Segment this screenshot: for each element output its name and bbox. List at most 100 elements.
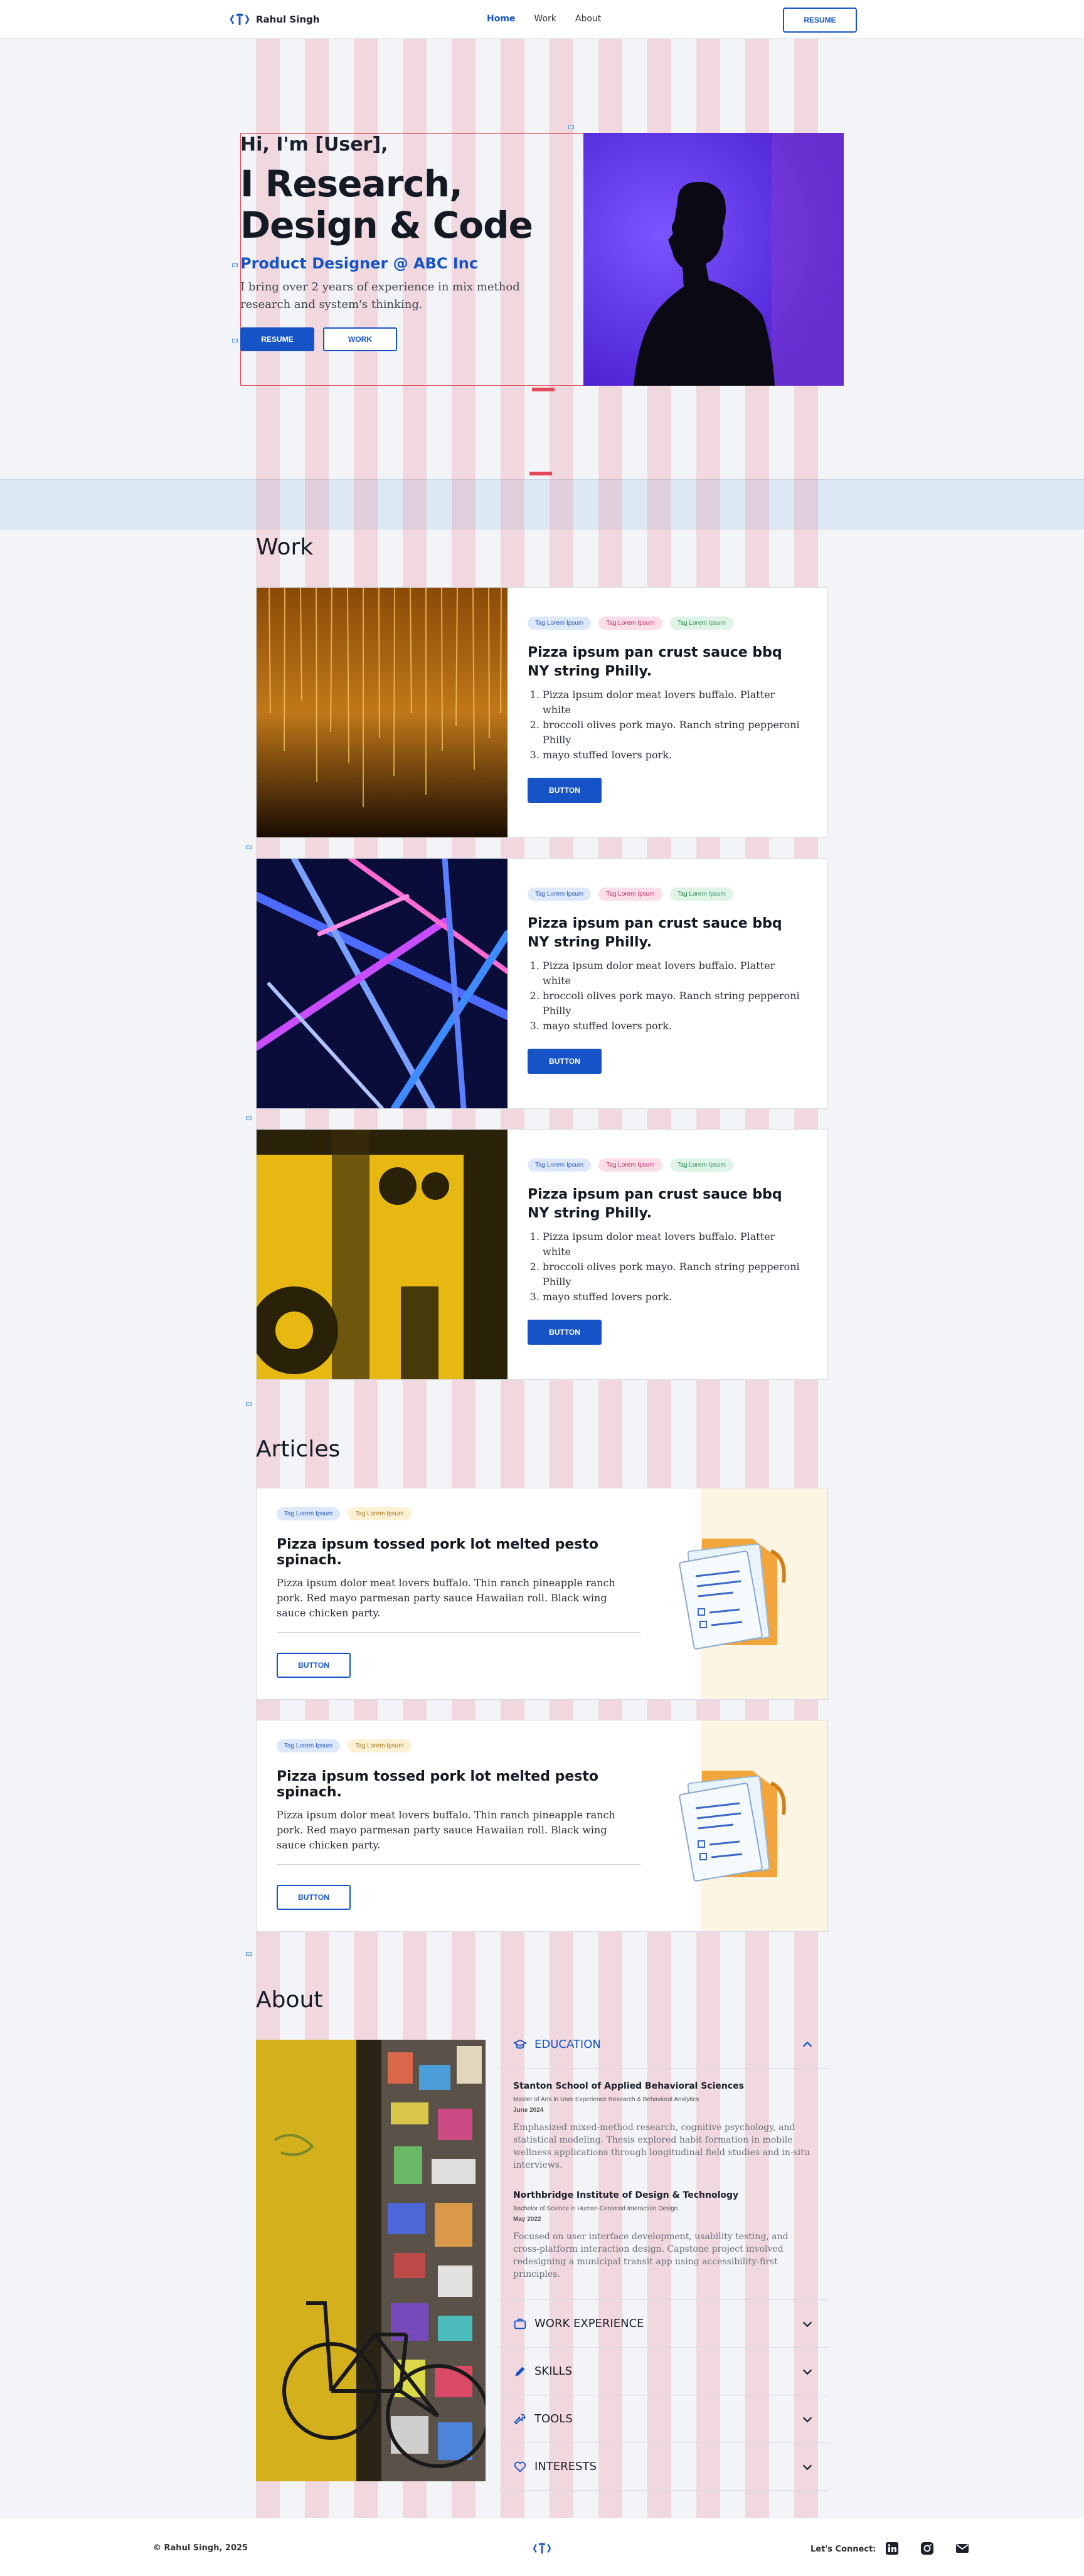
divider [277, 1632, 640, 1633]
main-nav: Home Work About [487, 14, 601, 24]
hero-role: Product Designer @ ABC Inc [240, 255, 479, 272]
chevron-down-icon [802, 2464, 812, 2470]
work-section-title: Work [256, 534, 314, 560]
tag: Tag Lorem Ipsum [669, 888, 733, 901]
article-card-description: Pizza ipsum dolor meat lovers buffalo. T… [277, 1577, 615, 1619]
divider [277, 1864, 640, 1865]
article-card-body: Tag Lorem Ipsum Tag Lorem Ipsum Pizza ip… [277, 1739, 640, 1865]
brand[interactable]: Rahul Singh [230, 11, 319, 28]
accordion-education-content: Stanton School of Applied Behavioral Sci… [499, 2069, 828, 2300]
chevron-down-icon [802, 2368, 812, 2375]
yellow-wall-image [257, 1130, 507, 1379]
pencil-icon [515, 2367, 525, 2376]
accordion-label: EDUCATION [534, 2038, 601, 2051]
tag: Tag Lorem Ipsum [277, 1507, 341, 1520]
article-card-title: Pizza ipsum tossed pork lot melted pesto… [277, 1769, 599, 1800]
accordion-education-header[interactable]: EDUCATION [499, 2021, 828, 2069]
work-card-button[interactable]: BUTTON [528, 1320, 602, 1345]
about-accordion: EDUCATION Stanton School of Applied Beha… [499, 2021, 828, 2491]
accordion-label: INTERESTS [534, 2460, 597, 2473]
accordion-label: TOOLS [534, 2412, 573, 2425]
education-date: May 2022 [513, 2216, 541, 2223]
article-card-button[interactable]: BUTTON [277, 1885, 351, 1910]
work-card: Tag Lorem Ipsum Tag Lorem Ipsum Tag Lore… [256, 1129, 828, 1380]
hero-title: I Research, Design & Code [240, 162, 533, 246]
work-card-list: Pizza ipsum dolor meat lovers buffalo. P… [528, 1229, 804, 1305]
work-card-body: Tag Lorem Ipsum Tag Lorem Ipsum Tag Lore… [507, 588, 827, 837]
work-card-image [257, 859, 507, 1108]
resume-button-header[interactable]: RESUME [783, 8, 857, 33]
layout-marker [246, 1116, 252, 1120]
work-card-title: Pizza ipsum pan crust sauce bbq NY strin… [528, 645, 782, 679]
page: Rahul Singh Home Work About RESUME Hi, I… [0, 0, 1084, 2576]
article-card-title: Pizza ipsum tossed pork lot melted pesto… [277, 1537, 599, 1568]
work-card-button[interactable]: BUTTON [528, 1049, 602, 1074]
tag-list: Tag Lorem Ipsum Tag Lorem Ipsum Tag Lore… [528, 888, 827, 901]
tag: Tag Lorem Ipsum [348, 1507, 412, 1520]
linkedin-icon[interactable] [885, 2541, 900, 2556]
chevron-down-icon [802, 2321, 812, 2327]
tag: Tag Lorem Ipsum [528, 617, 592, 630]
education-description: Emphasized mixed-method research, cognit… [513, 2123, 810, 2170]
hero-resume-button[interactable]: RESUME [240, 327, 314, 351]
list-item: broccoli olives pork mayo. Ranch string … [543, 718, 804, 748]
work-card-image [257, 588, 507, 837]
highlight-band [0, 479, 1084, 529]
accordion-label: SKILLS [534, 2365, 573, 2378]
work-card-button[interactable]: BUTTON [528, 778, 602, 803]
tag-list: Tag Lorem Ipsum Tag Lorem Ipsum [277, 1507, 640, 1520]
work-card-body: Tag Lorem Ipsum Tag Lorem Ipsum Tag Lore… [507, 859, 827, 1108]
work-card-image [257, 1130, 507, 1379]
work-card: Tag Lorem Ipsum Tag Lorem Ipsum Tag Lore… [256, 858, 828, 1109]
hero-greeting: Hi, I'm [User], [240, 134, 388, 156]
tag: Tag Lorem Ipsum [598, 617, 662, 630]
nav-about[interactable]: About [575, 14, 601, 24]
list-item: Pizza ipsum dolor meat lovers buffalo. P… [543, 687, 804, 718]
list-item: Pizza ipsum dolor meat lovers buffalo. P… [543, 1229, 804, 1259]
briefcase-icon [514, 2318, 526, 2329]
about-photo-bicycle [256, 2040, 486, 2481]
education-degree: Master of Arts in User Experience Resear… [513, 2096, 699, 2103]
article-card-description: Pizza ipsum dolor meat lovers buffalo. T… [277, 1809, 615, 1851]
documents-icon [679, 1771, 786, 1882]
nav-work[interactable]: Work [534, 14, 556, 24]
education-description: Focused on user interface development, u… [513, 2232, 789, 2279]
layout-marker [568, 125, 574, 129]
accordion-tools-header[interactable]: TOOLS [499, 2395, 828, 2443]
wrench-icon [514, 2414, 526, 2425]
accordion-interests-header[interactable]: INTERESTS [499, 2443, 828, 2491]
tag: Tag Lorem Ipsum [528, 888, 592, 901]
site-footer: © Rahul Singh, 2025 Let's Connect: [0, 2518, 1084, 2576]
hero-buttons: RESUME WORK [240, 327, 566, 351]
tag: Tag Lorem Ipsum [348, 1739, 412, 1752]
spacing-label [532, 388, 555, 391]
tag-list: Tag Lorem Ipsum Tag Lorem Ipsum [277, 1739, 640, 1752]
footer-logo-icon[interactable] [532, 2541, 552, 2556]
heart-icon [514, 2461, 526, 2473]
golden-streaks-image [257, 588, 507, 837]
hero-section: Hi, I'm [User], I Research, Design & Cod… [240, 134, 566, 351]
graduation-cap-icon [513, 2039, 527, 2049]
list-item: broccoli olives pork mayo. Ranch string … [543, 989, 804, 1019]
mail-icon[interactable] [955, 2541, 970, 2556]
education-date: June 2024 [513, 2107, 544, 2114]
layout-marker [232, 339, 238, 342]
work-card-title: Pizza ipsum pan crust sauce bbq NY strin… [528, 1187, 782, 1221]
tag: Tag Lorem Ipsum [669, 617, 733, 630]
documents-icon [679, 1539, 786, 1650]
hero-work-button[interactable]: WORK [323, 327, 397, 351]
work-card-list: Pizza ipsum dolor meat lovers buffalo. P… [528, 687, 804, 763]
accordion-skills-header[interactable]: SKILLS [499, 2348, 828, 2395]
accordion-work-experience-header[interactable]: WORK EXPERIENCE [499, 2300, 828, 2348]
list-item: mayo stuffed lovers pork. [543, 1290, 804, 1305]
work-card-body: Tag Lorem Ipsum Tag Lorem Ipsum Tag Lore… [507, 1130, 827, 1379]
brand-logo-icon [230, 13, 250, 25]
nav-home[interactable]: Home [487, 14, 515, 24]
work-card: Tag Lorem Ipsum Tag Lorem Ipsum Tag Lore… [256, 587, 828, 838]
work-card-list: Pizza ipsum dolor meat lovers buffalo. P… [528, 958, 804, 1034]
instagram-icon[interactable] [920, 2541, 935, 2556]
article-card-button[interactable]: BUTTON [277, 1653, 351, 1678]
tag: Tag Lorem Ipsum [598, 888, 662, 901]
article-card: Tag Lorem Ipsum Tag Lorem Ipsum Pizza ip… [256, 1488, 828, 1700]
layout-marker [246, 1402, 252, 1406]
